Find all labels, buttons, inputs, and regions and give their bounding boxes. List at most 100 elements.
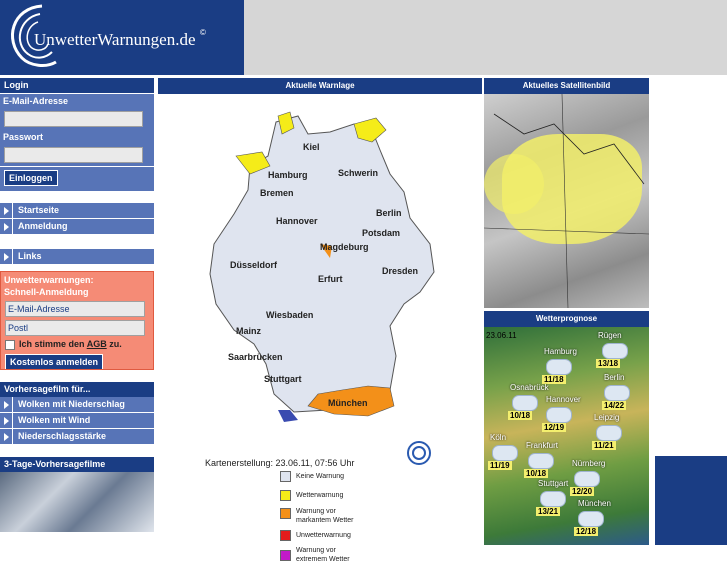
forecast-film-thumbnail[interactable]: [0, 472, 154, 532]
warning-map-panel: Aktuelle Warnlage Kiel Hamburg Schwerin …: [158, 78, 482, 563]
fc-name-berlin: Berlin: [604, 373, 625, 382]
forecast-map[interactable]: 23.06.11 Rügen 13/18 Hamburg 11/18 Berli…: [484, 327, 649, 545]
legend-swatch-extreme: [280, 550, 291, 561]
agb-checkbox[interactable]: [5, 339, 15, 350]
nav-label: Niederschlagsstärke: [18, 431, 107, 441]
fc-temp-muenchen: 12/18: [574, 527, 599, 536]
top-banner: [244, 0, 727, 75]
cloud-icon: [492, 445, 518, 461]
fc-name-muenchen: München: [578, 499, 611, 508]
arrow-right-icon: [4, 207, 9, 215]
login-email-input[interactable]: [4, 111, 143, 127]
city-saarbruecken: Saarbrücken: [228, 352, 283, 362]
city-erfurt: Erfurt: [318, 274, 343, 284]
site-logo[interactable]: UnwetterWarnungen.de ©: [0, 0, 244, 75]
city-berlin: Berlin: [376, 208, 402, 218]
fc-name-osnabrueck: Osnabrück: [510, 383, 549, 392]
nav-links[interactable]: Links: [0, 249, 154, 265]
quick-title-1: Unwetterwarnungen:: [4, 275, 94, 285]
film-clouds-wind[interactable]: Wolken mit Wind: [0, 413, 154, 429]
city-potsdam: Potsdam: [362, 228, 401, 238]
fc-name-frankfurt: Frankfurt: [526, 441, 559, 450]
satellite-title: Aktuelles Satellitenbild: [484, 78, 649, 94]
cloud-icon: [596, 425, 622, 441]
password-label: Passwort: [0, 130, 154, 144]
quick-signup-button[interactable]: Kostenlos anmelden: [5, 353, 104, 369]
city-kiel: Kiel: [303, 142, 320, 152]
nav-label: Wolken mit Wind: [18, 415, 91, 425]
fc-temp-frankfurt: 10/18: [524, 469, 549, 478]
forecast-film-heading: 3-Tage-Vorhersagefilme: [0, 457, 154, 472]
fc-name-hamburg: Hamburg: [544, 347, 577, 356]
arrow-right-icon: [4, 253, 9, 261]
cloud-icon: [574, 471, 600, 487]
fc-name-stuttgart: Stuttgart: [538, 479, 569, 488]
legend-swatch-marked: [280, 508, 291, 519]
legend-marked: Warnung vor markantem Wetter: [296, 508, 354, 524]
nav-startseite[interactable]: Startseite: [0, 203, 154, 219]
film-heading: Vorhersagefilm für...: [0, 382, 154, 397]
city-magdeburg: Magdeburg: [320, 242, 369, 252]
legend-severe: Unwetterwarnung: [296, 532, 351, 539]
legend-swatch-severe: [280, 530, 291, 541]
agree-suffix: zu.: [109, 339, 122, 349]
fc-temp-hannover: 12/19: [542, 423, 567, 432]
fc-name-koeln: Köln: [490, 433, 507, 442]
cloud-icon: [540, 491, 566, 507]
agb-checkbox-row[interactable]: Ich stimme den AGB zu.: [1, 339, 153, 350]
satellite-panel: Aktuelles Satellitenbild: [484, 78, 649, 308]
city-schwerin: Schwerin: [338, 168, 379, 178]
city-dresden: Dresden: [382, 266, 419, 276]
agb-link[interactable]: AGB: [87, 339, 107, 349]
arrow-right-icon: [4, 433, 9, 441]
login-password-input[interactable]: [4, 147, 143, 163]
fc-temp-koeln: 11/19: [488, 461, 512, 470]
logo-reg-mark: ©: [200, 28, 206, 37]
fc-name-ruegen: Rügen: [598, 331, 622, 340]
quick-email-input[interactable]: E-Mail-Adresse: [5, 301, 145, 317]
nav-label: Wolken mit Niederschlag: [18, 399, 125, 409]
legend-swatch-none: [280, 471, 291, 482]
cloud-icon: [604, 385, 630, 401]
city-hannover: Hannover: [276, 216, 318, 226]
legend-extreme: Warnung vor extremem Wetter: [296, 547, 350, 563]
city-stuttgart: Stuttgart: [264, 374, 302, 384]
fc-temp-osnabrueck: 10/18: [508, 411, 533, 420]
fc-name-hannover: Hannover: [546, 395, 581, 404]
sidebar: Login E-Mail-Adresse Passwort Einloggen …: [0, 78, 154, 545]
logo-text: UnwetterWarnungen.de: [34, 30, 196, 49]
agree-prefix: Ich stimme den: [19, 339, 85, 349]
satellite-image[interactable]: [484, 94, 649, 308]
quick-zip-input[interactable]: Postl: [5, 320, 145, 336]
cloud-icon: [578, 511, 604, 527]
city-muenchen: München: [328, 398, 368, 408]
legend-warning: Wetterwarnung: [296, 492, 344, 499]
email-label: E-Mail-Adresse: [0, 94, 154, 108]
arrow-right-icon: [4, 417, 9, 425]
cloud-icon: [528, 453, 554, 469]
arrow-right-icon: [4, 223, 9, 231]
city-mainz: Mainz: [236, 326, 262, 336]
forecast-date: 23.06.11: [486, 331, 517, 340]
side-ad-block: [655, 456, 727, 545]
film-precip-intensity[interactable]: Niederschlagsstärke: [0, 429, 154, 445]
forecast-title: Wetterprognose: [484, 311, 649, 327]
legend-none: Keine Warnung: [296, 473, 344, 480]
quick-title-2: Schnell-Anmeldung: [4, 287, 89, 297]
fc-name-nuernberg: Nürnberg: [572, 459, 606, 468]
fc-temp-stuttgart: 13/21: [536, 507, 561, 516]
film-clouds-precip[interactable]: Wolken mit Niederschlag: [0, 397, 154, 413]
quick-signup-box: Unwetterwarnungen: Schnell-Anmeldung E-M…: [0, 271, 154, 370]
fc-temp-berlin: 14/22: [602, 401, 627, 410]
nav-anmeldung[interactable]: Anmeldung: [0, 219, 154, 235]
city-bremen: Bremen: [260, 188, 294, 198]
arrow-right-icon: [4, 401, 9, 409]
dwd-logo-icon: [407, 441, 431, 465]
cloud-icon: [546, 407, 572, 423]
map-timestamp: Kartenerstellung: 23.06.11, 07:56 Uhr: [205, 458, 355, 468]
germany-warning-map[interactable]: [158, 94, 482, 434]
login-heading: Login: [0, 78, 154, 93]
satellite-borders: [484, 94, 649, 308]
cloud-icon: [512, 395, 538, 411]
login-button[interactable]: Einloggen: [4, 170, 58, 186]
